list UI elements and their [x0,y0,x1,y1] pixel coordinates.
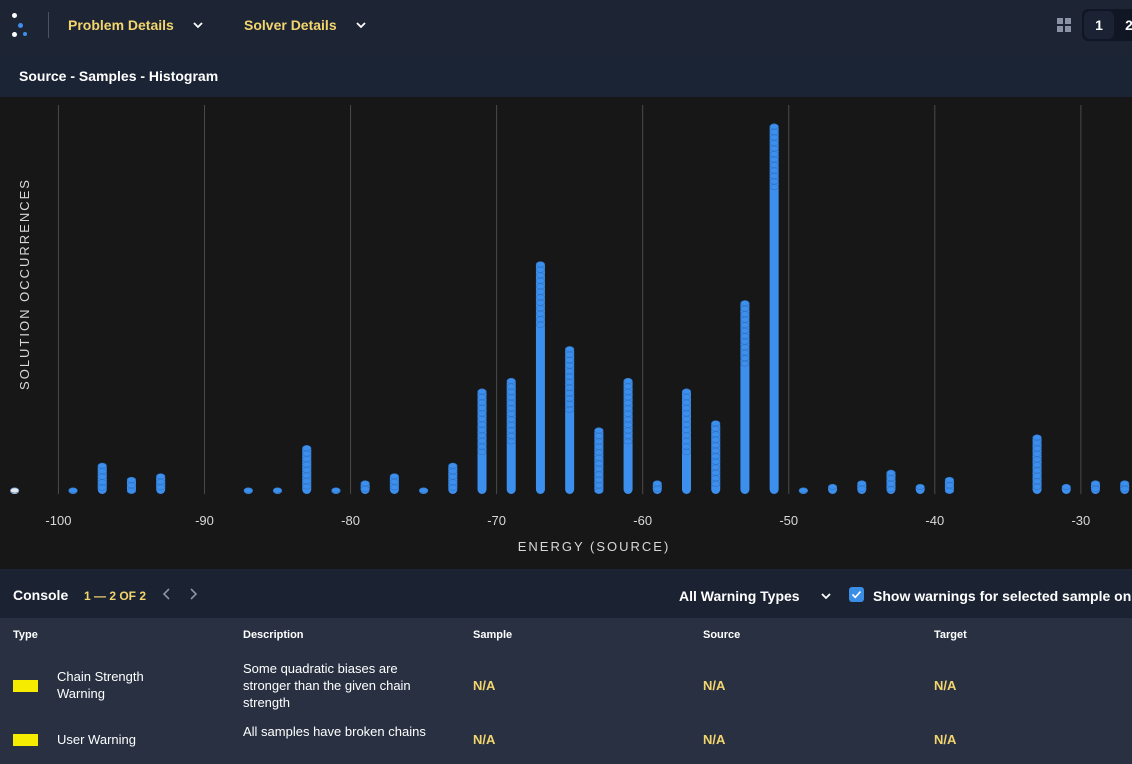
checkmark-icon [851,590,862,599]
column-header-sample[interactable]: Sample [473,629,512,641]
warning-target: N/A [934,678,957,693]
warning-sample: N/A [473,678,496,693]
chevron-down-icon[interactable] [819,589,833,603]
data-bar [944,476,954,494]
data-bar [302,445,312,494]
chevron-down-icon [355,22,366,29]
x-axis-label: ENERGY (SOURCE) [518,539,671,554]
panel-title: Source - Samples - Histogram [19,68,219,84]
warning-type-swatch [13,680,38,692]
chevron-right-icon[interactable] [186,586,200,602]
data-bar [535,261,545,494]
solver-details-menu[interactable]: Solver Details [244,15,369,35]
x-tick-label: -30 [1071,513,1090,528]
x-tick-label: -60 [633,513,652,528]
solver-details-label: Solver Details [244,17,337,33]
warning-type: Chain Strength Warning [57,669,144,701]
warning-description: All samples have broken chains [243,724,426,739]
warning-type-swatch [13,734,38,746]
data-bar [126,476,136,494]
warning-description: Some quadratic biases are stronger than … [243,661,411,710]
x-tick-label: -100 [45,513,71,528]
selected-sample-checkbox-label[interactable]: Show warnings for selected sample only [873,588,1132,604]
problem-details-label: Problem Details [68,17,174,33]
x-tick-label: -40 [925,513,944,528]
warning-sample: N/A [473,732,496,747]
chevron-left-icon[interactable] [160,586,174,602]
x-tick-label: -80 [341,513,360,528]
page-button-1[interactable]: 1 [1084,11,1114,39]
console-count: 1 — 2 OF 2 [84,589,147,603]
column-header-description[interactable]: Description [243,629,304,641]
histogram-chart[interactable]: -100 -90 -80 -70 -60 -50 -40 -30 ENERGY (SOURCE)… [0,97,1132,569]
warning-target: N/A [934,732,957,747]
chevron-down-icon [193,22,203,29]
warning-type-select[interactable]: All Warning Types [679,588,800,604]
warning-source: N/A [703,732,726,747]
y-axis-label: SOLUTION OCCURRENCES [17,178,32,390]
page-switcher: 1 2 [1082,9,1132,41]
x-tick-label: -50 [779,513,798,528]
column-header-type[interactable]: Type [13,629,38,641]
warning-type: User Warning [57,732,136,747]
x-tick-label: -70 [487,513,506,528]
divider [48,12,49,38]
app-logo-icon[interactable] [10,13,32,39]
page-button-2[interactable]: 2 [1114,9,1132,41]
data-bar [740,300,750,494]
column-header-target[interactable]: Target [934,629,967,641]
column-header-source[interactable]: Source [703,629,740,641]
histogram-panel: Source - Samples - Histogram -100 -90 -80-… [0,55,1132,569]
x-tick-label: -90 [195,513,214,528]
selected-sample-checkbox[interactable] [849,587,864,602]
console-header: Console 1 — 2 OF 2 All Warning Types Sho… [0,571,1132,618]
panel-header: Source - Samples - Histogram [0,55,1132,97]
console-title: Console [13,587,69,603]
grid-layout-icon[interactable] [1057,18,1071,32]
top-bar: Problem Details Solver Details 1 2 [0,0,1132,53]
warning-source: N/A [703,678,726,693]
problem-details-menu[interactable]: Problem Details [68,15,206,35]
console-panel: Console 1 — 2 OF 2 All Warning Types Sho… [0,571,1132,764]
